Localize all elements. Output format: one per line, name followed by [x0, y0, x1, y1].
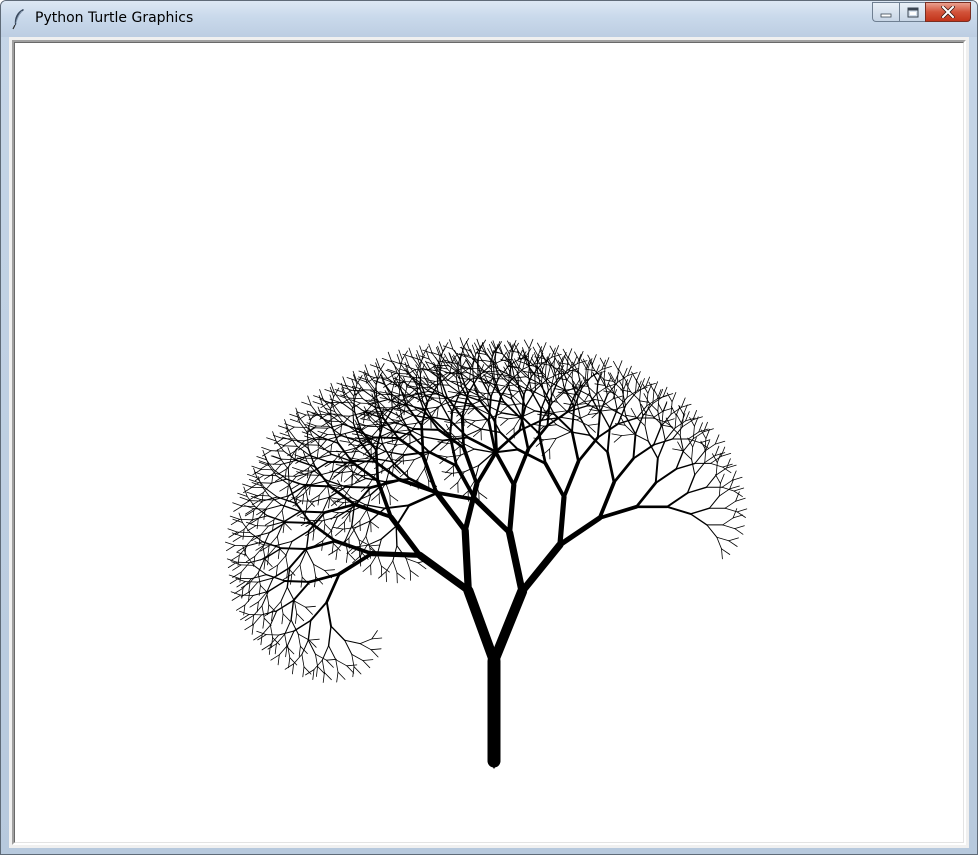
tree-branches: [224, 337, 748, 768]
close-icon: [940, 3, 956, 22]
window-controls: [872, 2, 971, 24]
turtle-window: Python Turtle Graphics: [0, 0, 978, 855]
window-title: Python Turtle Graphics: [35, 10, 194, 26]
minimize-button[interactable]: [872, 2, 899, 22]
minimize-icon: [880, 3, 892, 22]
fractal-tree-drawing: [224, 337, 748, 769]
turtle-canvas[interactable]: [14, 42, 964, 843]
close-button[interactable]: [925, 2, 971, 22]
window-client-area: [9, 37, 969, 848]
feather-icon: [11, 8, 27, 30]
maximize-icon: [907, 3, 919, 22]
canvas-frame: [12, 40, 966, 845]
title-bar[interactable]: Python Turtle Graphics: [1, 1, 977, 37]
maximize-button[interactable]: [899, 2, 925, 22]
